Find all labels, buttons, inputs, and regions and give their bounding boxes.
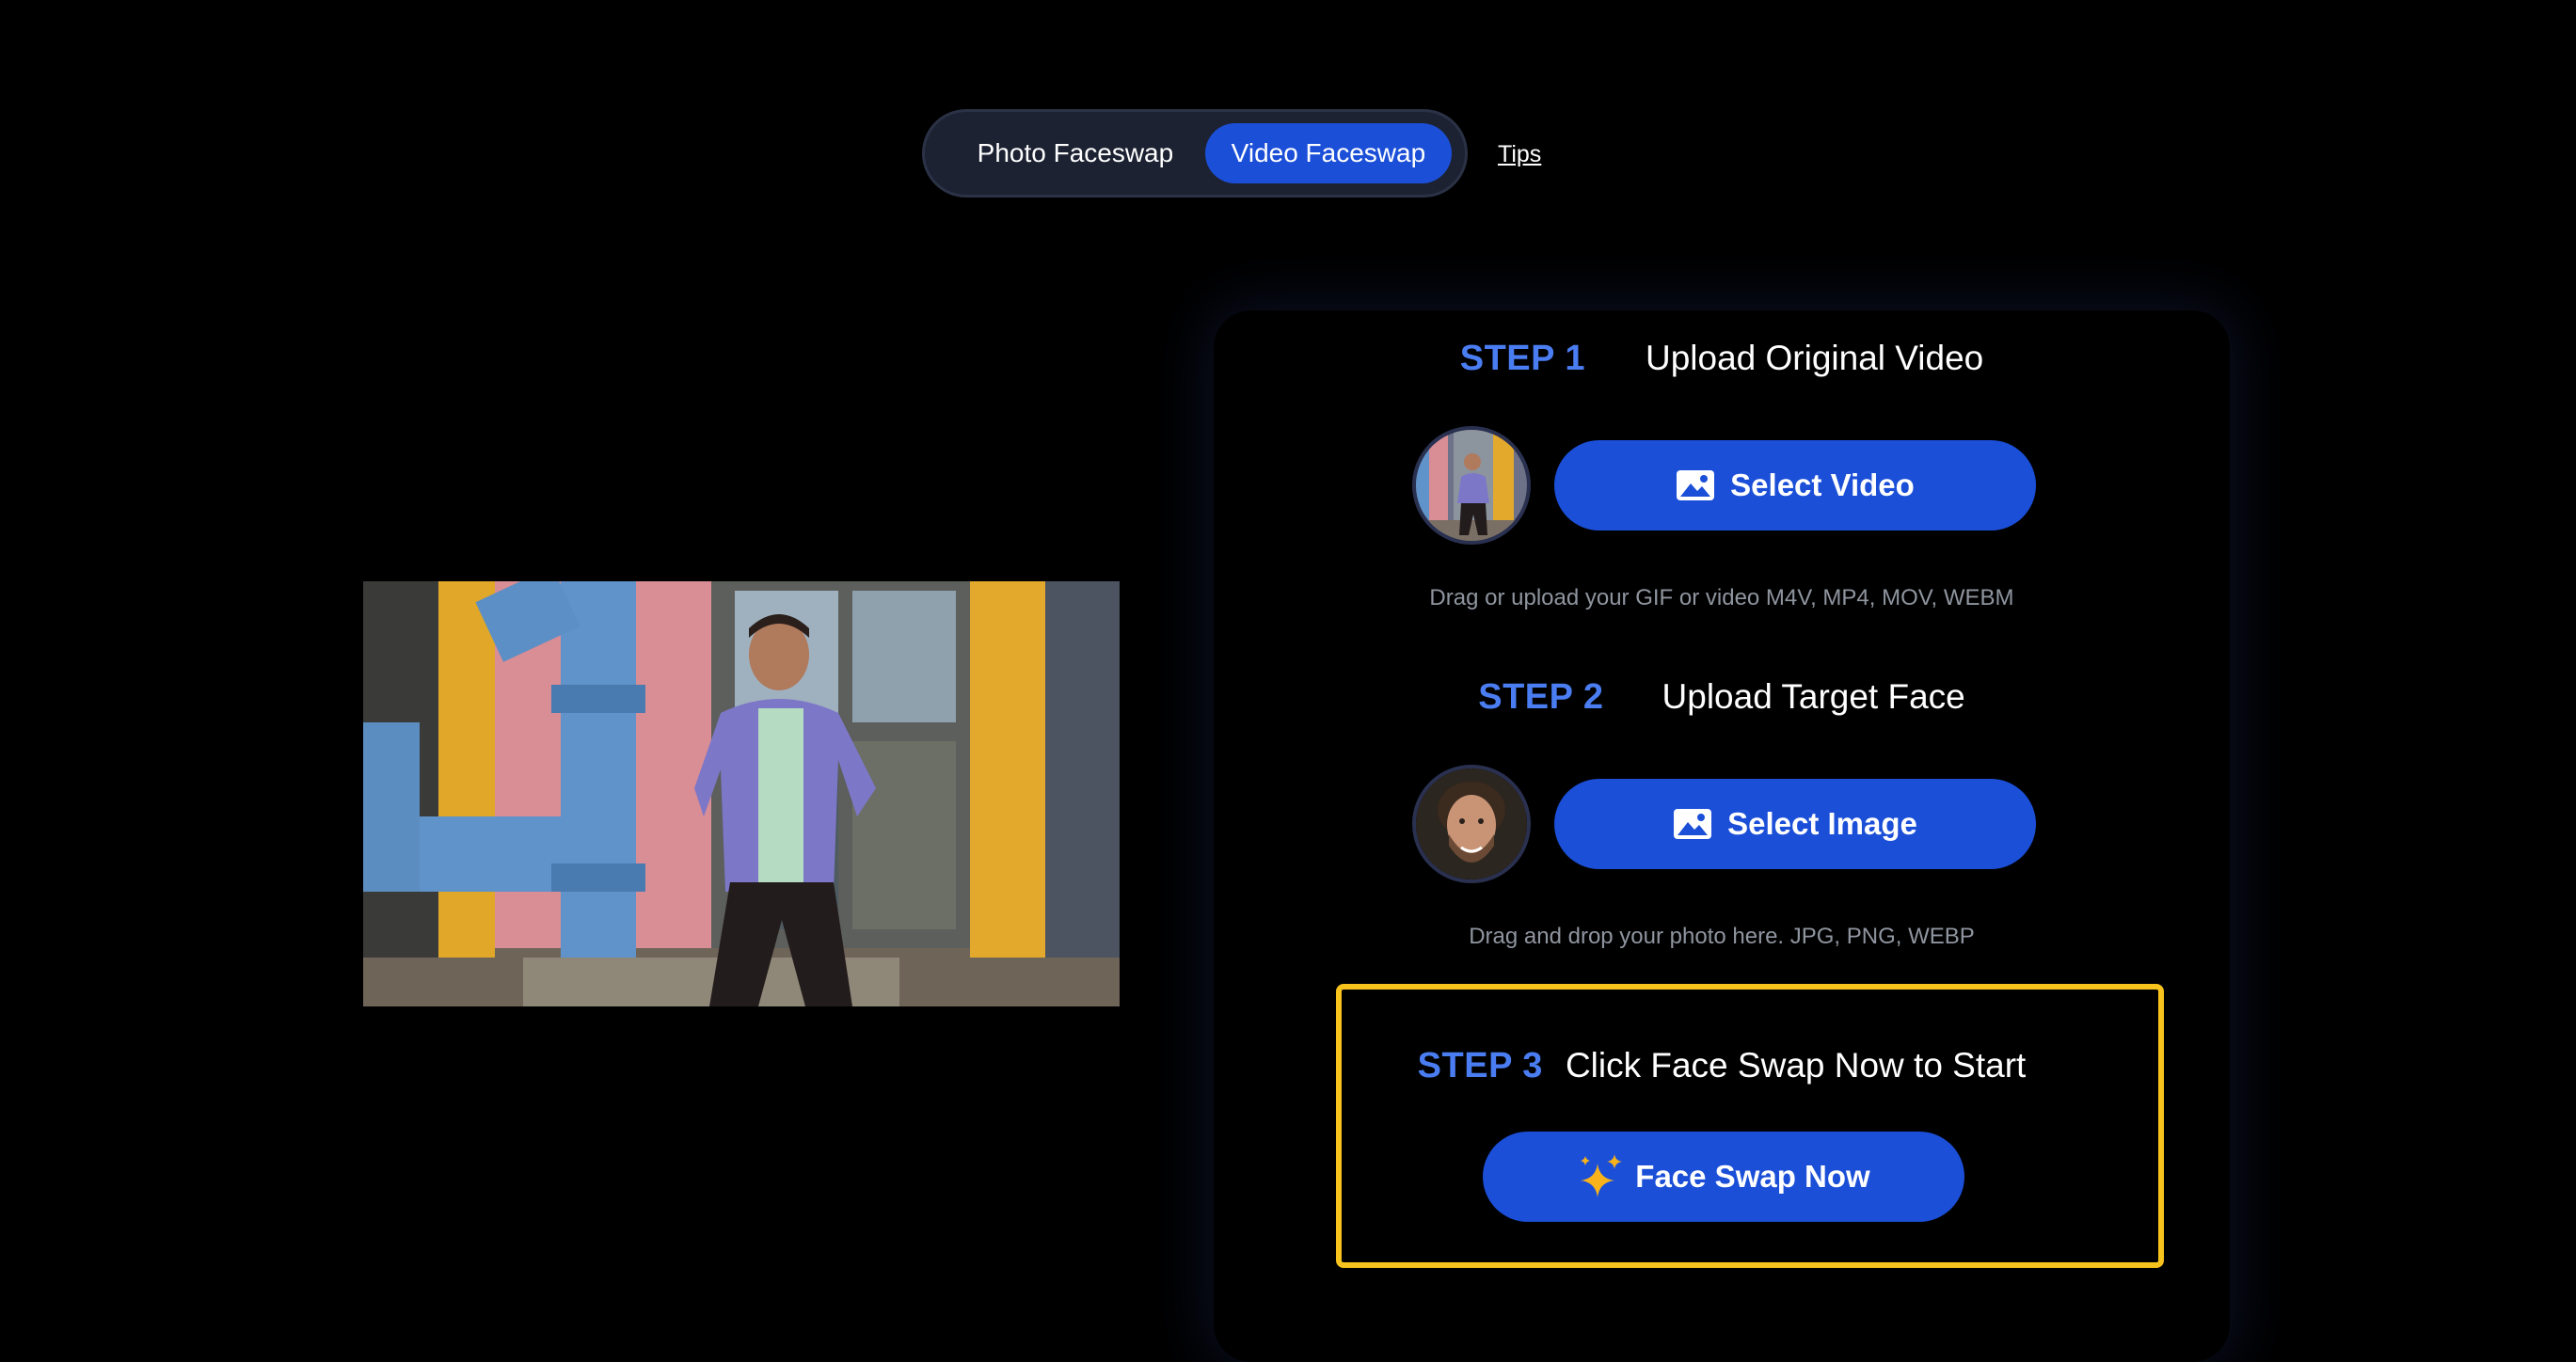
face-swap-now-label: Face Swap Now: [1635, 1159, 1870, 1194]
select-image-label: Select Image: [1727, 806, 1917, 841]
step-2-heading: STEP 2 Upload Target Face: [1336, 677, 2107, 718]
face-swap-now-button[interactable]: Face Swap Now: [1483, 1132, 1964, 1222]
target-face-thumbnail: [1412, 765, 1531, 883]
video-thumbnail: [1412, 426, 1531, 545]
video-preview: [363, 581, 1120, 1006]
tab-video-faceswap[interactable]: Video Faceswap: [1204, 123, 1452, 183]
photo-format-hint: Drag and drop your photo here. JPG, PNG,…: [1469, 924, 1975, 949]
step-2-label: STEP 2: [1478, 677, 1604, 717]
step-1-title: Upload Original Video: [1645, 339, 1984, 377]
mode-switch: Photo Faceswap Video Faceswap: [922, 109, 1468, 198]
step-1-heading: STEP 1 Upload Original Video: [1336, 339, 2107, 379]
image-icon: [1673, 808, 1712, 840]
select-image-button[interactable]: Select Image: [1554, 779, 2036, 869]
step-3-title: Click Face Swap Now to Start: [1565, 1046, 2027, 1085]
step-2-title: Upload Target Face: [1662, 677, 1965, 716]
step-3-heading: STEP 3 Click Face Swap Now to Start: [1345, 1046, 2098, 1086]
sparkles-icon: [1577, 1152, 1626, 1201]
faceswap-page: Photo Faceswap Video Faceswap Tips STEP …: [0, 0, 2576, 1362]
select-video-button[interactable]: Select Video: [1554, 440, 2036, 531]
step-3-label: STEP 3: [1417, 1046, 1543, 1085]
step-3-highlight-box: [1336, 984, 2164, 1268]
image-icon: [1676, 469, 1715, 501]
video-format-hint: Drag or upload your GIF or video M4V, MP…: [1429, 585, 2014, 610]
video-preview-image: [363, 581, 1120, 1006]
tips-link[interactable]: Tips: [1498, 141, 1541, 168]
select-video-label: Select Video: [1730, 467, 1915, 502]
step-1-label: STEP 1: [1459, 339, 1585, 378]
tab-photo-faceswap[interactable]: Photo Faceswap: [947, 123, 1203, 183]
